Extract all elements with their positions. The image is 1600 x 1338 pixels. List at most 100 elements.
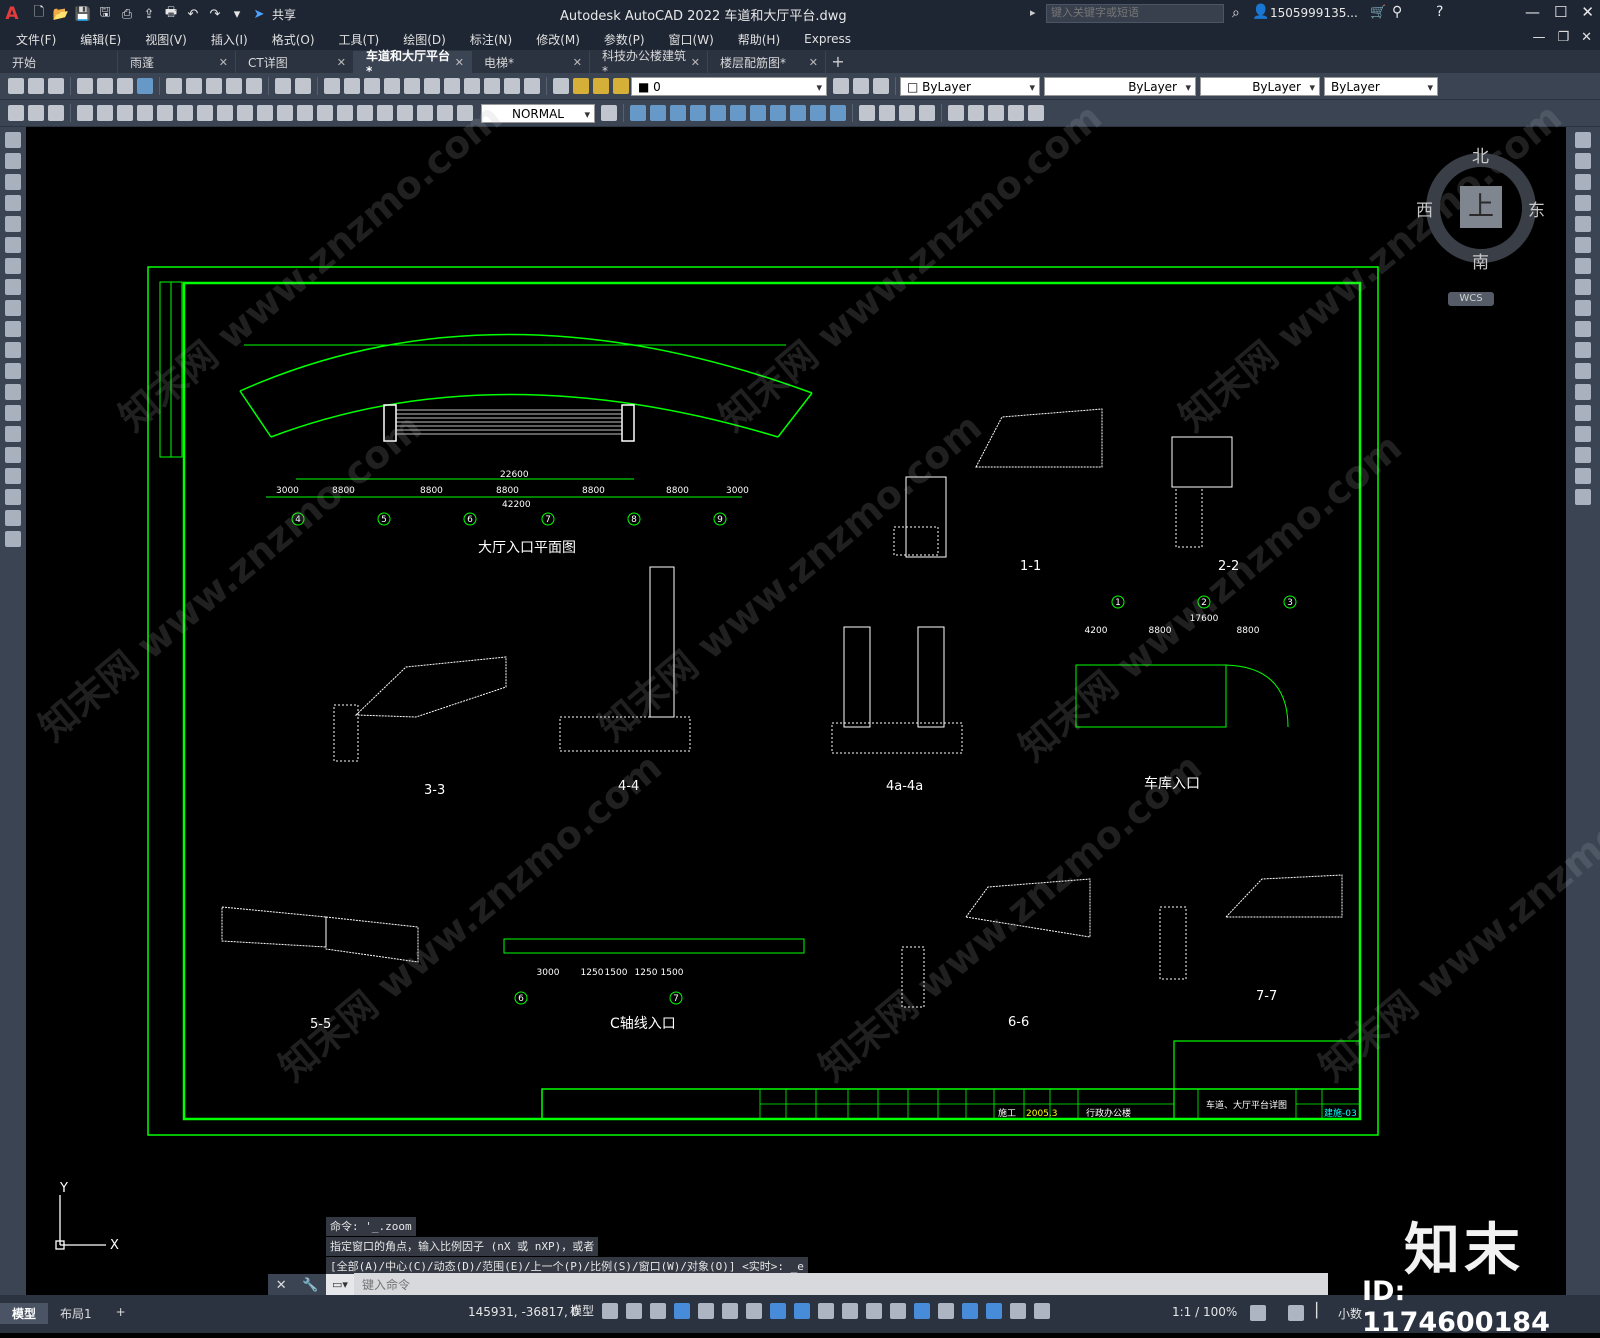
region-icon[interactable] <box>5 468 21 484</box>
open-icon[interactable] <box>28 78 44 94</box>
markup-icon[interactable] <box>484 78 500 94</box>
vp-icon-2[interactable] <box>650 105 666 121</box>
object-snap-tracking-icon[interactable] <box>770 1302 787 1319</box>
close-button[interactable]: ✕ <box>1581 3 1594 21</box>
layer-previous-icon[interactable] <box>853 78 869 94</box>
rotate-icon[interactable] <box>1575 258 1591 274</box>
circle-icon[interactable] <box>5 258 21 274</box>
visual-style-icon-1[interactable] <box>859 105 875 121</box>
open-file-icon[interactable]: 📂 <box>52 5 70 23</box>
baseline-dim-icon[interactable] <box>257 105 273 121</box>
lineweight-dropdown[interactable]: ByLayer <box>1200 76 1320 96</box>
tab-office-building[interactable]: 科技办公楼建筑* ✕ <box>590 49 708 78</box>
arc-icon[interactable] <box>5 237 21 253</box>
save-icon[interactable]: 💾 <box>74 5 92 23</box>
insert-block-icon[interactable] <box>5 363 21 379</box>
break-icon[interactable] <box>1575 384 1591 400</box>
paste-icon[interactable] <box>206 78 222 94</box>
vp-icon-11[interactable] <box>830 105 846 121</box>
gizmo-icon[interactable] <box>962 1302 979 1319</box>
layer-lock-icon[interactable] <box>613 78 629 94</box>
object-snap-icon[interactable] <box>794 1302 811 1319</box>
trim-icon[interactable] <box>1575 321 1591 337</box>
doc-restore-button[interactable]: ❐ <box>1557 30 1569 45</box>
scale-icon[interactable] <box>1575 279 1591 295</box>
tab-driveway-hall-platform[interactable]: 车道和大厅平台* ✕ <box>354 49 472 78</box>
zoom-realtime-icon[interactable] <box>344 78 360 94</box>
chamfer-icon[interactable] <box>1575 426 1591 442</box>
polygon-icon[interactable] <box>5 195 21 211</box>
redo-icon[interactable]: ↷ <box>206 5 224 23</box>
close-icon[interactable]: ✕ <box>691 56 700 69</box>
pan-icon[interactable] <box>324 78 340 94</box>
vp-icon-5[interactable] <box>710 105 726 121</box>
workspace-gear-icon[interactable] <box>1250 1305 1266 1321</box>
menu-help[interactable]: 帮助(H) <box>726 31 792 48</box>
publish-icon[interactable] <box>117 78 133 94</box>
make-current-layer-icon[interactable] <box>833 78 849 94</box>
add-layout-button[interactable]: + <box>104 1303 138 1324</box>
make-block-icon[interactable] <box>28 105 44 121</box>
share-button[interactable]: 共享 <box>272 6 296 23</box>
compass-south[interactable]: 南 <box>1472 248 1489 273</box>
rectangle-icon[interactable] <box>5 216 21 232</box>
customize-dropdown-icon[interactable]: ▾ <box>228 5 246 23</box>
zoom-previous-icon[interactable] <box>384 78 400 94</box>
hatch-icon[interactable] <box>48 105 64 121</box>
save-as-icon[interactable]: 🖫 <box>96 5 114 23</box>
vp-icon-8[interactable] <box>770 105 786 121</box>
vp-icon-1[interactable] <box>630 105 646 121</box>
redo-icon[interactable] <box>295 78 311 94</box>
visual-style-icon-2[interactable] <box>879 105 895 121</box>
polar-tracking-icon[interactable] <box>722 1302 739 1319</box>
compass-north[interactable]: 北 <box>1472 142 1489 167</box>
plot-icon[interactable]: 🖶 <box>162 5 180 23</box>
viewcube-top-face[interactable]: 上 <box>1460 186 1502 228</box>
save-icon[interactable] <box>48 78 64 94</box>
camera-icon-3[interactable] <box>988 105 1004 121</box>
cursor-coordinates[interactable]: 145931, -36817, 0 <box>468 1305 579 1319</box>
compass-west[interactable]: 西 <box>1416 196 1433 221</box>
camera-icon-2[interactable] <box>968 105 984 121</box>
linetype-dropdown[interactable]: ByLayer <box>1044 76 1196 96</box>
point-icon[interactable] <box>5 405 21 421</box>
doc-close-button[interactable]: ✕ <box>1581 30 1592 45</box>
search-expand-icon[interactable]: ▸ <box>1030 6 1036 19</box>
search-icon[interactable]: ⌕ <box>1232 5 1240 21</box>
layer-on-icon[interactable] <box>573 78 589 94</box>
ortho-icon[interactable] <box>698 1302 715 1319</box>
jogged-linear-icon[interactable] <box>397 105 413 121</box>
tab-floor-rebar[interactable]: 楼层配筋图* ✕ <box>708 51 826 73</box>
revcloud-icon[interactable] <box>5 279 21 295</box>
menu-parametric[interactable]: 参数(P) <box>592 31 657 48</box>
user-account[interactable]: 1505999135... <box>1270 6 1358 20</box>
camera-icon-4[interactable] <box>1008 105 1024 121</box>
share-icon[interactable]: ➤ <box>250 5 268 23</box>
tab-model[interactable]: 模型 <box>0 1303 49 1324</box>
tab-layout1[interactable]: 布局1 <box>48 1303 104 1324</box>
color-dropdown[interactable]: □ ByLayer <box>900 76 1040 96</box>
menu-draw[interactable]: 绘图(D) <box>391 31 458 48</box>
close-icon[interactable]: ✕ <box>276 1278 287 1293</box>
dim-style-icon[interactable] <box>601 105 617 121</box>
vp-icon-6[interactable] <box>730 105 746 121</box>
close-icon[interactable]: ✕ <box>219 56 228 69</box>
wcs-menu[interactable]: WCS <box>1448 292 1494 306</box>
inspection-icon[interactable] <box>377 105 393 121</box>
plot-icon[interactable] <box>77 78 93 94</box>
quickcalc-icon[interactable] <box>504 78 520 94</box>
drawing-canvas[interactable]: 3000 8800 8800 8800 8800 8800 3000 42200… <box>26 95 1600 1295</box>
extend-icon[interactable] <box>1575 342 1591 358</box>
jogged-dim-icon[interactable] <box>177 105 193 121</box>
menu-modify[interactable]: 修改(M) <box>524 31 592 48</box>
new-tab-button[interactable]: + <box>826 51 850 73</box>
menu-express[interactable]: Express <box>792 32 863 46</box>
new-file-icon[interactable]: 🗋 <box>30 5 48 23</box>
insert-block-icon[interactable] <box>8 105 24 121</box>
array-icon[interactable] <box>1575 216 1591 232</box>
explode-icon[interactable] <box>1575 489 1591 505</box>
transparency-icon[interactable] <box>842 1302 859 1319</box>
undo-icon[interactable] <box>275 78 291 94</box>
copy-object-icon[interactable] <box>1575 153 1591 169</box>
dim-space-icon[interactable] <box>297 105 313 121</box>
